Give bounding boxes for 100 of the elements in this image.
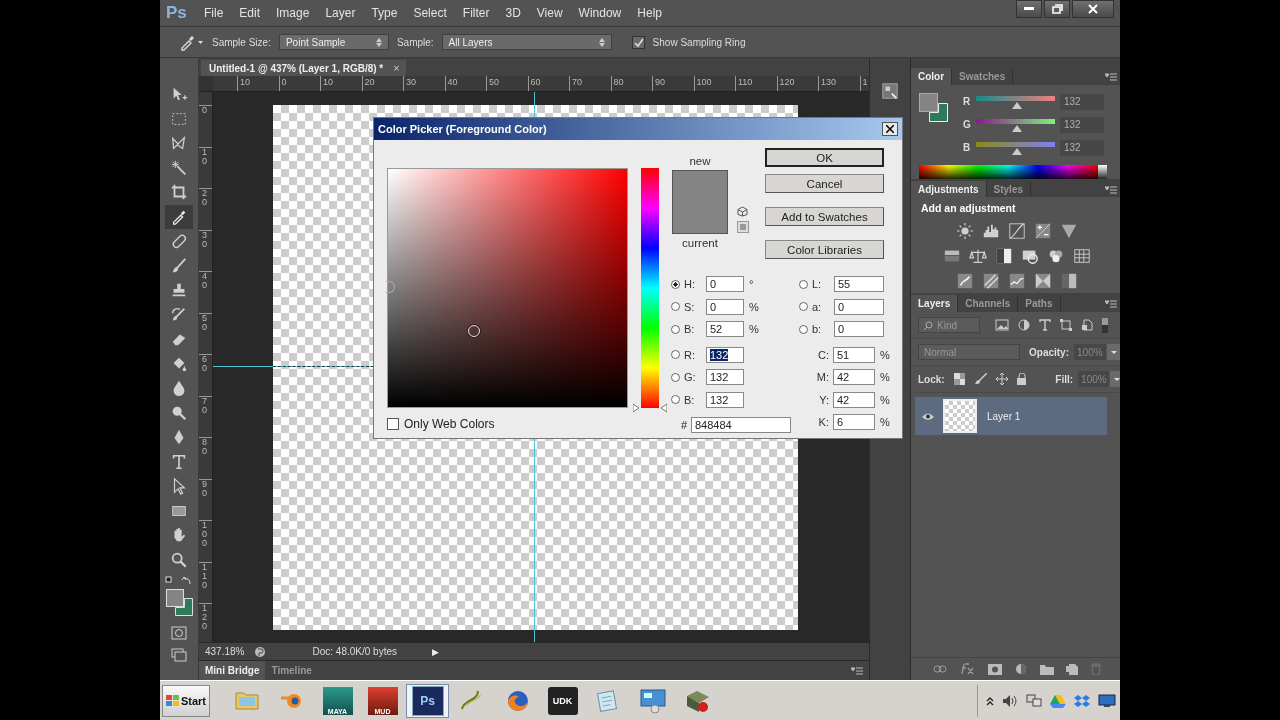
hue-slider-handle[interactable] [633, 403, 667, 413]
sample-dropdown[interactable]: All Layers [441, 34, 612, 50]
channel-value-field[interactable]: 132 [1060, 139, 1104, 156]
gradient-square-icon[interactable] [1060, 271, 1078, 290]
quick-mask-icon[interactable] [171, 626, 187, 640]
slider-thumb[interactable] [1011, 148, 1022, 155]
chevron-up-icon[interactable] [986, 695, 994, 706]
exposure-icon[interactable] [1034, 221, 1052, 240]
input-field[interactable]: 42 [833, 391, 875, 408]
menu-item[interactable]: Type [371, 6, 406, 20]
screen-mode-icon[interactable] [171, 648, 187, 662]
speaker-icon[interactable] [1002, 693, 1018, 708]
sample-size-dropdown[interactable]: Point Sample [278, 34, 389, 50]
eyedropper-icon[interactable] [178, 33, 204, 51]
radio-button[interactable] [671, 324, 680, 334]
grid-icon[interactable] [1073, 246, 1091, 265]
panel-tab[interactable]: Timeline [265, 661, 318, 680]
radio-button[interactable] [671, 395, 680, 405]
new-layer-icon[interactable] [1066, 663, 1079, 675]
cube-icon[interactable] [737, 206, 748, 217]
menu-item[interactable]: Filter [462, 6, 498, 20]
sun-icon[interactable] [956, 221, 974, 240]
minimize-button[interactable] [1016, 0, 1042, 18]
layer-row[interactable]: Layer 1 [915, 397, 1107, 435]
restore-button[interactable] [1044, 0, 1070, 18]
panel-menu-icon[interactable] [1105, 300, 1117, 308]
tool-button[interactable] [165, 204, 193, 229]
channel-value-field[interactable]: 132 [1060, 93, 1104, 110]
menu-item[interactable]: Edit [239, 6, 269, 20]
box-icon[interactable] [1074, 693, 1090, 708]
menu-item[interactable]: Image [276, 6, 318, 20]
input-field[interactable]: 42 [833, 369, 875, 386]
menu-item[interactable]: Help [637, 6, 670, 20]
radio-button[interactable] [799, 279, 808, 289]
document-tab[interactable]: Untitled-1 @ 437% (Layer 1, RGB/8) * × [201, 60, 406, 76]
input-field[interactable]: 0 [706, 298, 744, 315]
menu-item[interactable]: Select [413, 6, 455, 20]
move-lock-icon[interactable] [996, 373, 1008, 385]
monitor-icon[interactable] [1098, 693, 1116, 708]
panel-tab[interactable]: Adjustments [911, 181, 987, 198]
filter-toggle[interactable] [1102, 317, 1108, 333]
menu-item[interactable]: File [204, 6, 232, 20]
radio-button[interactable] [671, 350, 680, 360]
swap-colors-icon[interactable] [165, 576, 193, 586]
panel-tab[interactable]: Paths [1018, 295, 1061, 312]
close-button[interactable] [882, 122, 898, 136]
dialog-button[interactable]: OK [765, 148, 884, 167]
panel-tab[interactable]: Channels [958, 295, 1019, 312]
panel-tab[interactable]: Styles [986, 181, 1032, 198]
padlock-icon[interactable] [1016, 373, 1027, 385]
radio-button[interactable] [671, 279, 680, 289]
background-swatch[interactable] [929, 103, 948, 122]
eye-icon[interactable] [921, 411, 935, 421]
panel-menu-icon[interactable] [1105, 186, 1117, 194]
input-field[interactable]: 132 [706, 346, 744, 363]
brush-lock-icon[interactable] [974, 373, 988, 385]
panel-tab[interactable]: Mini Bridge [199, 661, 266, 680]
input-field[interactable]: 0 [834, 298, 884, 315]
zigzag-square-icon[interactable] [1008, 271, 1026, 290]
menu-item[interactable]: Layer [325, 6, 364, 20]
foreground-swatch[interactable] [919, 93, 938, 112]
input-field[interactable]: 51 [833, 346, 875, 363]
tab-close-button[interactable]: × [393, 62, 400, 74]
input-field[interactable]: 52 [706, 321, 744, 338]
checkbox[interactable] [387, 418, 399, 430]
menu-item[interactable]: View [536, 6, 571, 20]
dialog-button[interactable]: Add to Swatches [765, 207, 884, 226]
half-circle-icon[interactable] [1014, 663, 1027, 675]
input-field[interactable]: 6 [833, 414, 875, 431]
zoom-level[interactable]: 437.18% [205, 646, 245, 657]
channel-value-field[interactable]: 132 [1060, 116, 1104, 133]
panel-menu-icon[interactable] [851, 667, 863, 675]
folder-icon[interactable] [1039, 663, 1054, 675]
menu-item[interactable]: Window [578, 6, 630, 20]
dialog-button[interactable]: Color Libraries [765, 240, 884, 259]
input-field[interactable]: 132 [706, 391, 744, 408]
checker-lock-icon[interactable] [953, 373, 966, 385]
image-icon[interactable] [995, 319, 1009, 331]
smart-object-icon[interactable] [1081, 319, 1093, 331]
radio-button[interactable] [671, 302, 680, 312]
radio-button[interactable] [671, 372, 680, 382]
start-button[interactable]: Start [162, 684, 210, 717]
slider-thumb[interactable] [1011, 102, 1022, 109]
status-menu-arrow[interactable]: ▶ [432, 646, 440, 657]
color-spectrum[interactable] [919, 165, 1107, 179]
panel-tab[interactable]: Color [911, 68, 953, 85]
fx-icon[interactable] [959, 663, 976, 675]
panel-tab[interactable]: Layers [911, 295, 959, 312]
input-field[interactable]: 132 [706, 369, 744, 386]
proof-icon[interactable] [254, 645, 267, 658]
input-field[interactable]: 0 [706, 276, 744, 293]
mask-icon[interactable] [988, 663, 1003, 675]
hourglass-square-icon[interactable] [1034, 271, 1052, 290]
close-button[interactable] [1072, 0, 1114, 18]
half-square-icon[interactable] [995, 246, 1013, 265]
curve-icon[interactable] [1008, 221, 1026, 240]
link-icon[interactable] [933, 665, 948, 673]
half-circle-icon[interactable] [1018, 319, 1030, 331]
input-field[interactable]: 0 [834, 321, 884, 338]
taskbar-button[interactable]: Ps [406, 683, 449, 718]
